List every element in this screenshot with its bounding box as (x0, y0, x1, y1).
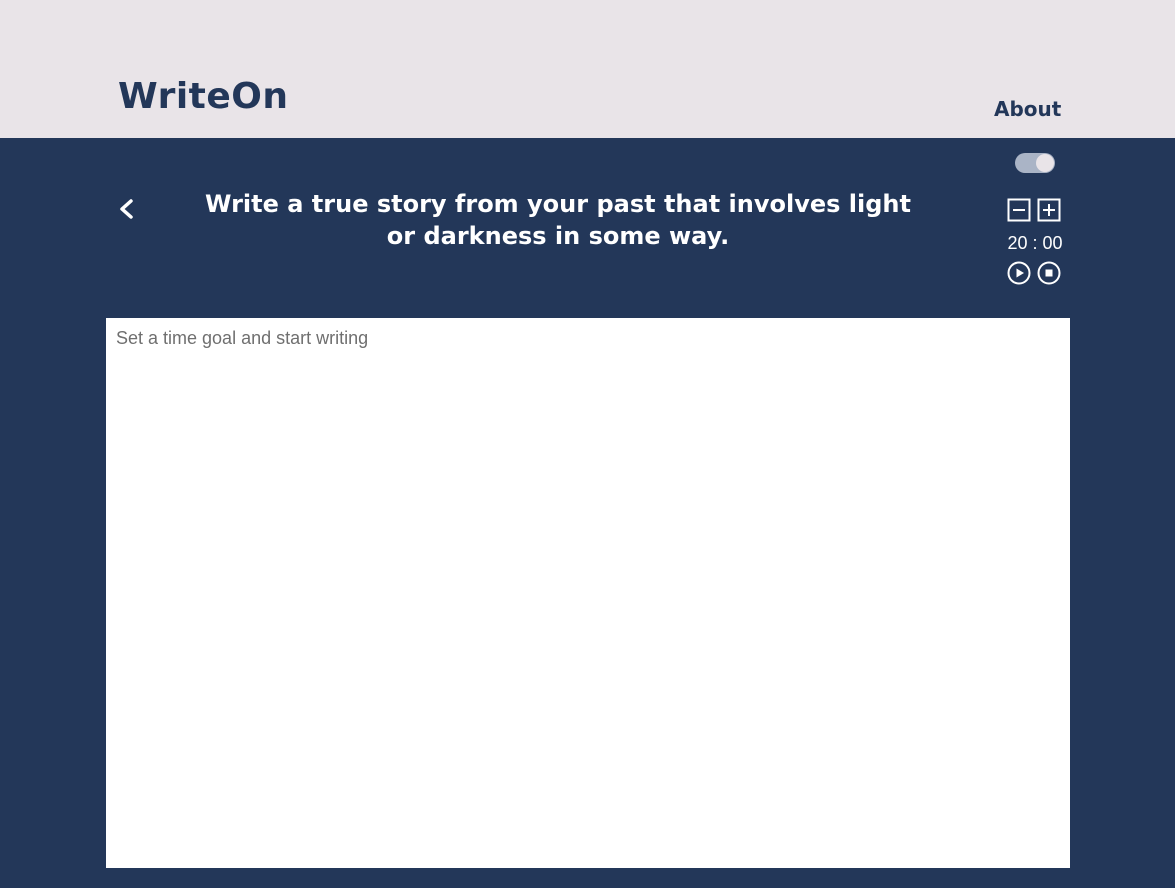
nav-about-link[interactable]: About (994, 96, 1061, 122)
writing-editor[interactable] (106, 318, 1070, 868)
decrease-time-button[interactable] (1007, 198, 1031, 222)
stop-button[interactable] (1037, 261, 1061, 285)
timer-display: 20 : 00 (1007, 233, 1063, 253)
toggle-knob (1036, 154, 1054, 172)
plus-square-icon (1037, 198, 1061, 222)
chevron-left-icon (120, 199, 133, 219)
increase-time-button[interactable] (1037, 198, 1061, 222)
site-header: WriteOn About (0, 0, 1175, 138)
stop-circle-icon (1037, 261, 1061, 285)
minus-square-icon (1007, 198, 1031, 222)
back-button[interactable] (114, 195, 140, 223)
theme-toggle[interactable] (1015, 153, 1055, 173)
writing-prompt: Write a true story from your past that i… (205, 190, 911, 250)
play-circle-icon (1007, 261, 1031, 285)
play-button[interactable] (1007, 261, 1031, 285)
app-logo[interactable]: WriteOn (118, 76, 289, 118)
